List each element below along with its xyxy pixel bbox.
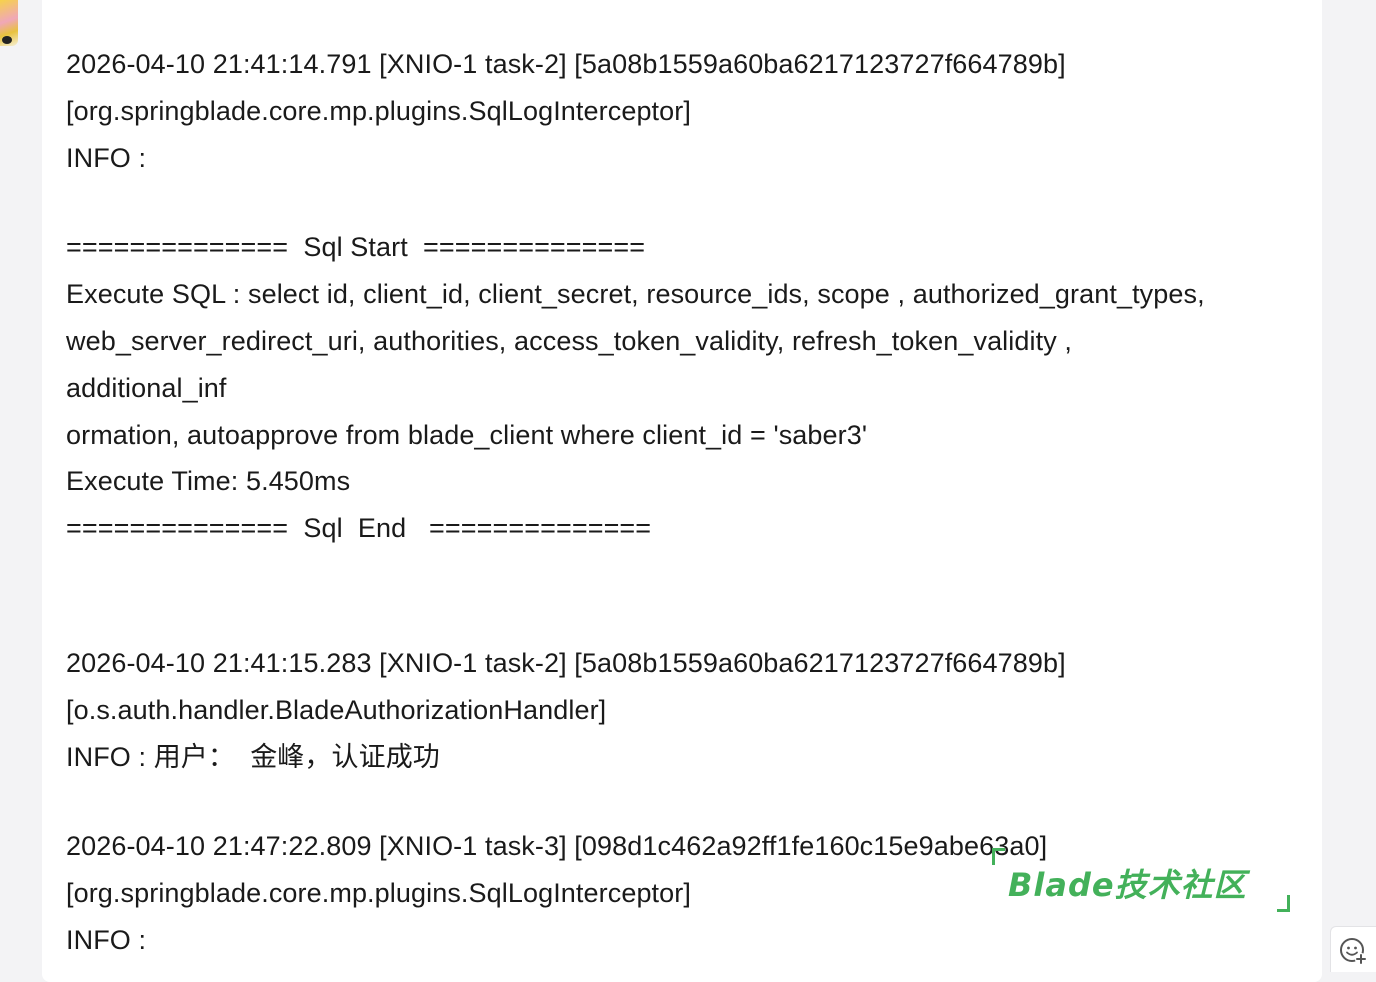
log-line: [org.springblade.core.mp.plugins.SqlLogI… bbox=[66, 95, 691, 126]
log-line: [o.s.auth.handler.BladeAuthorizationHand… bbox=[66, 694, 607, 725]
log-blank-line bbox=[66, 552, 1306, 640]
avatar-detail bbox=[2, 36, 12, 44]
emoji-add-button[interactable] bbox=[1330, 926, 1376, 972]
log-line: ============== Sql End ============== bbox=[66, 513, 652, 544]
log-line: ormation, autoapprove from blade_client … bbox=[66, 419, 868, 450]
watermark-bracket-top-left bbox=[992, 848, 1005, 865]
avatar[interactable] bbox=[0, 0, 18, 46]
log-line: web_server_redirect_uri, authorities, ac… bbox=[66, 325, 1072, 356]
watermark-bracket-bottom-right bbox=[1277, 895, 1290, 912]
log-line: INFO : 用户： 金峰，认证成功 bbox=[66, 741, 440, 772]
watermark: Blade技术社区 bbox=[992, 848, 1290, 912]
emoji-add-icon bbox=[1340, 938, 1367, 965]
log-line: 2026-04-10 21:41:15.283 [XNIO-1 task-2] … bbox=[66, 647, 1066, 678]
log-line: additional_inf bbox=[66, 372, 227, 403]
log-line: 2026-04-10 21:41:14.791 [XNIO-1 task-2] … bbox=[66, 49, 1066, 79]
log-blank-line bbox=[66, 181, 1306, 224]
log-line: INFO : bbox=[66, 924, 147, 955]
log-line: INFO : bbox=[66, 142, 147, 173]
log-line: Execute SQL : select id, client_id, clie… bbox=[66, 279, 1205, 310]
log-line: Execute Time: 5.450ms bbox=[66, 466, 351, 497]
watermark-text: Blade技术社区 bbox=[1008, 866, 1247, 904]
log-line: ============== Sql Start ============== bbox=[66, 232, 646, 263]
log-blank-line bbox=[66, 780, 1306, 823]
log-text: 2026-04-10 21:41:14.791 [XNIO-1 task-2] … bbox=[66, 41, 1306, 964]
